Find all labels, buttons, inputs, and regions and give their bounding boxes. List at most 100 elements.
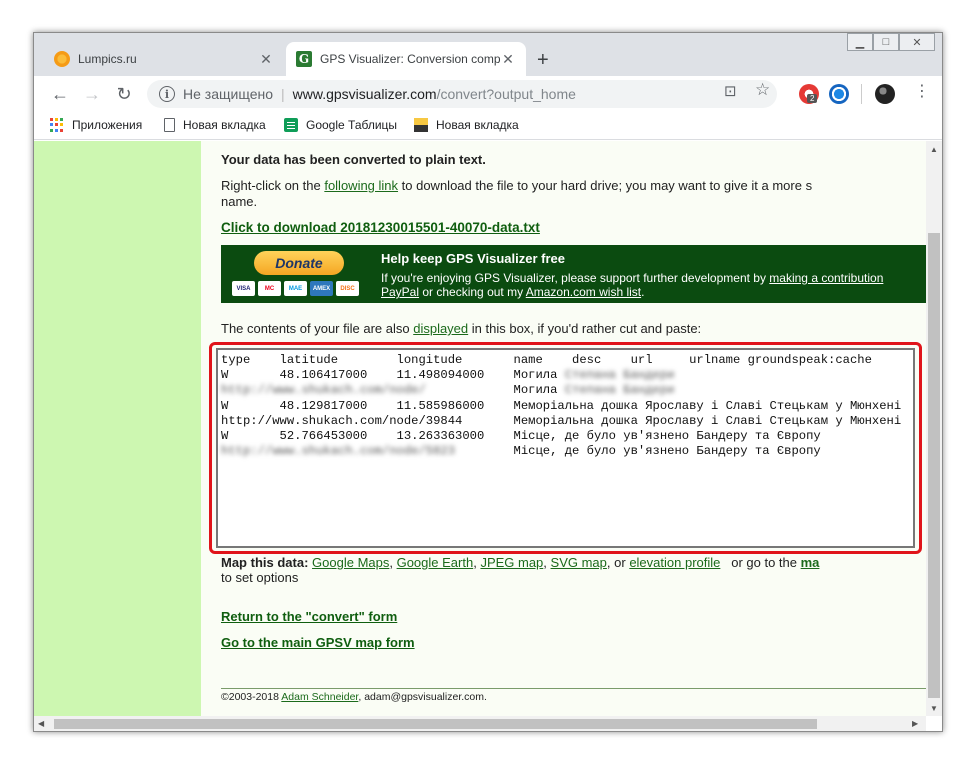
scroll-down-arrow-icon[interactable]: ▼ <box>930 704 938 713</box>
line-text: type latitude longitude name desc url ur… <box>221 353 872 367</box>
discover-icon: DISC <box>336 281 359 296</box>
textbox-line: http://www.shukach.com/node/39844 Меморі… <box>221 414 910 429</box>
maximize-icon[interactable]: □ <box>873 33 899 51</box>
apps-grid-icon <box>50 118 64 132</box>
displayed-link[interactable]: displayed <box>413 321 468 336</box>
intro-paragraph: Right-click on the following link to dow… <box>221 178 926 210</box>
tab-title: GPS Visualizer: Conversion comp <box>320 52 500 66</box>
following-link[interactable]: following link <box>324 178 398 193</box>
maestro-icon: MAE <box>284 281 307 296</box>
bookmark-label: Приложения <box>72 118 143 132</box>
bookmark-new-tab-2[interactable]: Новая вкладка <box>414 118 519 132</box>
scroll-right-arrow-icon[interactable]: ▶ <box>912 719 918 728</box>
page-heading: Your data has been converted to plain te… <box>221 152 486 167</box>
bookmark-apps[interactable]: Приложения <box>50 118 142 132</box>
tab-strip: Lumpics.ru ✕ G GPS Visualizer: Conversio… <box>34 33 942 76</box>
extension-badge: 2 <box>807 94 818 103</box>
new-tab-button[interactable]: + <box>537 49 549 72</box>
tab-lumpics[interactable]: Lumpics.ru ✕ <box>44 42 284 76</box>
line-text: W 52.766453000 13.263363000 Місце, де бу… <box>221 429 821 444</box>
svg-map-link[interactable]: SVG map <box>551 555 607 570</box>
bookmark-google-sheets[interactable]: Google Таблицы <box>284 118 397 132</box>
payment-cards: VISA MC MAE AMEX DISC <box>232 281 359 296</box>
url-path: /convert?output_home <box>436 86 576 102</box>
tab-gps-visualizer[interactable]: G GPS Visualizer: Conversion comp ✕ <box>286 42 526 76</box>
wishlist-link[interactable]: Amazon.com wish list <box>526 285 641 299</box>
map-goto-text: or go to the <box>731 555 797 570</box>
textbox-line: W 48.106417000 11.498094000 Могила Степа… <box>221 368 910 383</box>
horizontal-scroll-thumb[interactable] <box>54 719 817 729</box>
elevation-profile-link[interactable]: elevation profile <box>629 555 720 570</box>
mastercard-icon: MC <box>258 281 281 296</box>
map-goto-link[interactable]: ma <box>801 555 820 570</box>
intro-text: Right-click on the <box>221 178 325 193</box>
reload-icon[interactable]: ↻ <box>112 82 136 106</box>
close-icon[interactable]: ✕ <box>500 51 516 68</box>
donate-title: Help keep GPS Visualizer free <box>381 251 566 266</box>
footer-email: , adam@gpsvisualizer.com. <box>358 691 487 703</box>
back-arrow-icon[interactable]: ← <box>48 82 72 106</box>
close-icon[interactable]: ✕ <box>258 51 274 68</box>
scroll-left-arrow-icon[interactable]: ◀ <box>38 719 44 728</box>
google-maps-link[interactable]: Google Maps <box>312 555 389 570</box>
footer-divider <box>221 688 926 689</box>
star-icon[interactable]: ☆ <box>755 80 770 100</box>
main-map-form-link[interactable]: Go to the main GPSV map form <box>221 635 415 650</box>
visa-icon: VISA <box>232 281 255 296</box>
data-textarea[interactable]: type latitude longitude name desc url ur… <box>216 348 915 548</box>
gpsv-icon: G <box>296 51 312 67</box>
intro-text: name. <box>221 194 258 209</box>
tab-title: Lumpics.ru <box>78 52 137 66</box>
contribution-link[interactable]: making a contribution <box>769 271 883 285</box>
menu-dots-icon[interactable]: ⋮ <box>914 81 930 101</box>
security-label: Не защищено <box>183 86 273 102</box>
textbox-line: W 52.766453000 13.263363000 Місце, де бу… <box>221 429 910 444</box>
map-or-text: or <box>614 555 626 570</box>
info-icon[interactable]: i <box>159 86 175 102</box>
browser-toolbar: ← → ↻ i Не защищено | www.gpsvisualizer.… <box>34 76 942 112</box>
amex-icon: AMEX <box>310 281 333 296</box>
orange-circle-icon <box>54 51 70 67</box>
line-blurred: Степана Бандери <box>557 368 675 383</box>
toolbar-divider <box>861 84 862 104</box>
page-viewport: Your data has been converted to plain te… <box>34 141 926 716</box>
donate-text-part: . <box>641 285 645 299</box>
author-link[interactable]: Adam Schneider <box>281 691 358 703</box>
line-text: http://www.shukach.com/node/39844 Меморі… <box>221 413 902 428</box>
donate-text-part: If you're enjoying GPS Visualizer, pleas… <box>381 271 770 285</box>
jpeg-map-link[interactable]: JPEG map <box>480 555 543 570</box>
globe-extension-icon[interactable] <box>829 84 849 104</box>
paypal-link[interactable]: PayPal <box>381 285 419 299</box>
browser-window: Lumpics.ru ✕ G GPS Visualizer: Conversio… <box>33 32 943 732</box>
donate-button[interactable]: Donate <box>254 251 344 275</box>
return-convert-link[interactable]: Return to the "convert" form <box>221 609 397 624</box>
textbox-line: http://www.shukach.com/node/ Могила Степ… <box>221 383 910 398</box>
avatar[interactable] <box>875 84 895 104</box>
window-close-icon[interactable]: ✕ <box>899 33 935 51</box>
contents-paragraph: The contents of your file are also displ… <box>221 321 701 336</box>
download-link[interactable]: Click to download 20181230015501-40070-d… <box>221 220 540 235</box>
translate-icon[interactable]: ⊡ <box>724 82 737 100</box>
address-bar[interactable]: i Не защищено | www.gpsvisualizer.com/co… <box>147 80 777 108</box>
scroll-up-arrow-icon[interactable]: ▲ <box>930 145 938 154</box>
contents-text: in this box, if you'd rather cut and pas… <box>468 321 702 336</box>
line-blurred: http://www.shukach.com/node/ <box>221 383 426 398</box>
vertical-scroll-thumb[interactable] <box>928 233 940 698</box>
page-icon <box>164 118 175 132</box>
minimize-icon[interactable]: ▁ <box>847 33 873 51</box>
donate-text-part: or checking out my <box>419 285 526 299</box>
bookmark-label: Google Таблицы <box>306 118 398 132</box>
bookmark-new-tab-1[interactable]: Новая вкладка <box>164 118 266 132</box>
map-options-line: Map this data: Google Maps, Google Earth… <box>221 555 820 585</box>
textbox-line: W 48.129817000 11.585986000 Меморіальна … <box>221 399 910 414</box>
forward-arrow-icon[interactable]: → <box>80 82 104 106</box>
contents-text: The contents of your file are also <box>221 321 414 336</box>
textbox-line: type latitude longitude name desc url ur… <box>221 353 910 368</box>
map-options-text: to set options <box>221 570 299 585</box>
textbox-line: http://www.shukach.com/node/5823 Місце, … <box>221 444 910 459</box>
google-earth-link[interactable]: Google Earth <box>397 555 474 570</box>
footer-copyright: ©2003-2018 <box>221 691 282 703</box>
donate-banner: Donate VISA MC MAE AMEX DISC Help keep G… <box>221 245 926 303</box>
url-host: www.gpsvisualizer.com <box>292 86 437 102</box>
image-icon <box>414 118 428 132</box>
